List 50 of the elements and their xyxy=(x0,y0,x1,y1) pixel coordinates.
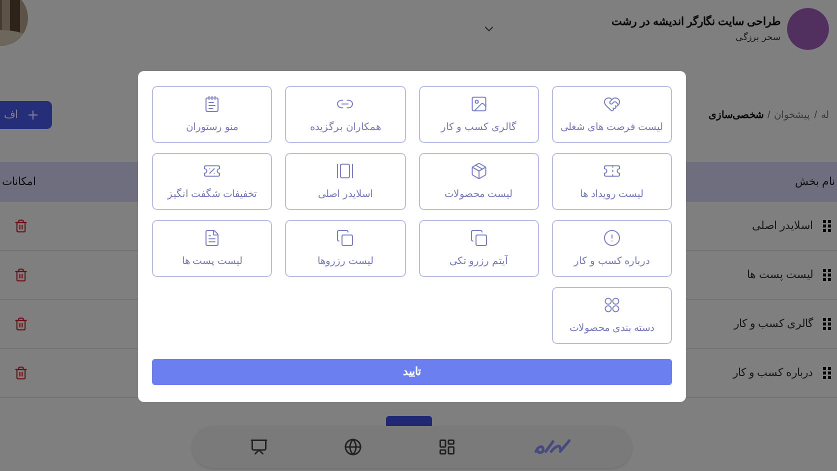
brand-logo-icon xyxy=(787,8,829,50)
delete-icon[interactable] xyxy=(14,317,28,331)
table-cell-text: درباره کسب و کار xyxy=(732,366,813,381)
section-option-card[interactable]: لیست محصولات xyxy=(418,153,539,210)
four-circles-icon xyxy=(602,296,621,314)
globe-icon[interactable] xyxy=(344,438,362,456)
package-icon xyxy=(470,162,488,180)
slider-icon xyxy=(336,162,354,180)
section-option-card[interactable]: گالری کسب و کار xyxy=(418,86,539,143)
drag-handle-icon[interactable] xyxy=(823,220,831,232)
table-cell-text: گالری کسب و کار xyxy=(734,316,813,332)
stacked-pages-icon xyxy=(470,228,488,246)
breadcrumb-link[interactable]: شخصی‌سازی xyxy=(708,108,764,122)
drag-handle-icon[interactable] xyxy=(823,269,831,281)
exclamation-circle-icon xyxy=(602,228,621,246)
user-name: سحر برزگی xyxy=(734,30,781,44)
presentation-icon[interactable] xyxy=(250,438,268,456)
document-icon xyxy=(203,228,222,246)
section-option-card[interactable]: دسته بندی محصولات xyxy=(552,287,672,344)
delete-icon[interactable] xyxy=(14,366,28,380)
column-header: امکانات xyxy=(2,174,36,190)
column-header: نام بخش xyxy=(794,174,835,190)
drag-handle-icon[interactable] xyxy=(823,367,831,379)
dashboard-icon[interactable] xyxy=(438,438,456,456)
delete-icon[interactable] xyxy=(14,219,28,233)
section-option-card[interactable]: منو رستوران xyxy=(152,86,272,143)
notepad-icon xyxy=(203,94,222,112)
confirm-button[interactable]: تایید xyxy=(152,359,672,385)
section-option-card[interactable]: لیست فرصت های شغلی xyxy=(552,86,672,143)
section-option-card[interactable]: درباره کسب و کار xyxy=(552,220,672,277)
plus-icon xyxy=(26,108,40,122)
add-button[interactable]: اف xyxy=(0,101,52,129)
table-cell-text: اسلایدر اصلی xyxy=(752,218,813,234)
table-cell-text: لیست پست ها xyxy=(746,268,813,283)
drag-handle-icon[interactable] xyxy=(823,318,831,330)
delete-icon[interactable] xyxy=(14,268,28,282)
breadcrumb-separator: / xyxy=(767,108,770,122)
site-title: طراحی سایت نگارگر اندیشه در رشت xyxy=(612,14,781,30)
stacked-pages-icon xyxy=(336,228,354,246)
section-option-card[interactable]: آیتم رزرو تکی xyxy=(418,220,539,277)
breadcrumb-separator: / xyxy=(814,108,817,122)
section-option-card[interactable]: لیست رزروها xyxy=(285,220,406,277)
section-option-card[interactable]: اسلایدر اصلی xyxy=(285,153,406,210)
section-option-card[interactable]: همکاران برگزیده xyxy=(285,86,406,143)
image-icon xyxy=(470,94,488,112)
section-option-card[interactable]: لیست رویداد ها xyxy=(552,153,672,210)
section-option-card[interactable]: تخفیفات شگفت انگیز xyxy=(152,153,272,210)
section-option-card[interactable]: لیست پست ها xyxy=(152,220,272,277)
breadcrumb-link[interactable]: له xyxy=(821,108,829,122)
breadcrumb-link[interactable]: پیشخوان xyxy=(774,108,810,122)
